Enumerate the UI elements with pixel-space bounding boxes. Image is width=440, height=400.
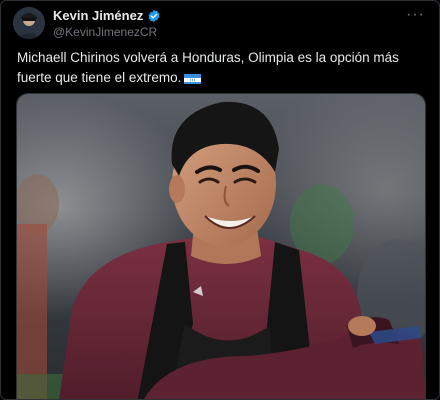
author-handle[interactable]: @KevinJimenezCR bbox=[53, 25, 157, 39]
tweet-text: Michaell Chirinos volverá a Honduras, Ol… bbox=[17, 48, 427, 88]
verified-badge-icon bbox=[147, 9, 161, 23]
honduras-flag-icon bbox=[184, 72, 202, 84]
author-display-name[interactable]: Kevin Jiménez bbox=[53, 8, 143, 23]
tweet-body: Michaell Chirinos volverá a Honduras, Ol… bbox=[17, 50, 399, 85]
tweet-card[interactable]: Kevin Jiménez @KevinJimenezCR ··· Michae… bbox=[0, 0, 440, 400]
tweet-media-photo[interactable] bbox=[16, 93, 426, 399]
more-options-icon[interactable]: ··· bbox=[406, 7, 425, 23]
author-avatar[interactable] bbox=[13, 7, 45, 39]
author-info: Kevin Jiménez bbox=[53, 8, 161, 23]
